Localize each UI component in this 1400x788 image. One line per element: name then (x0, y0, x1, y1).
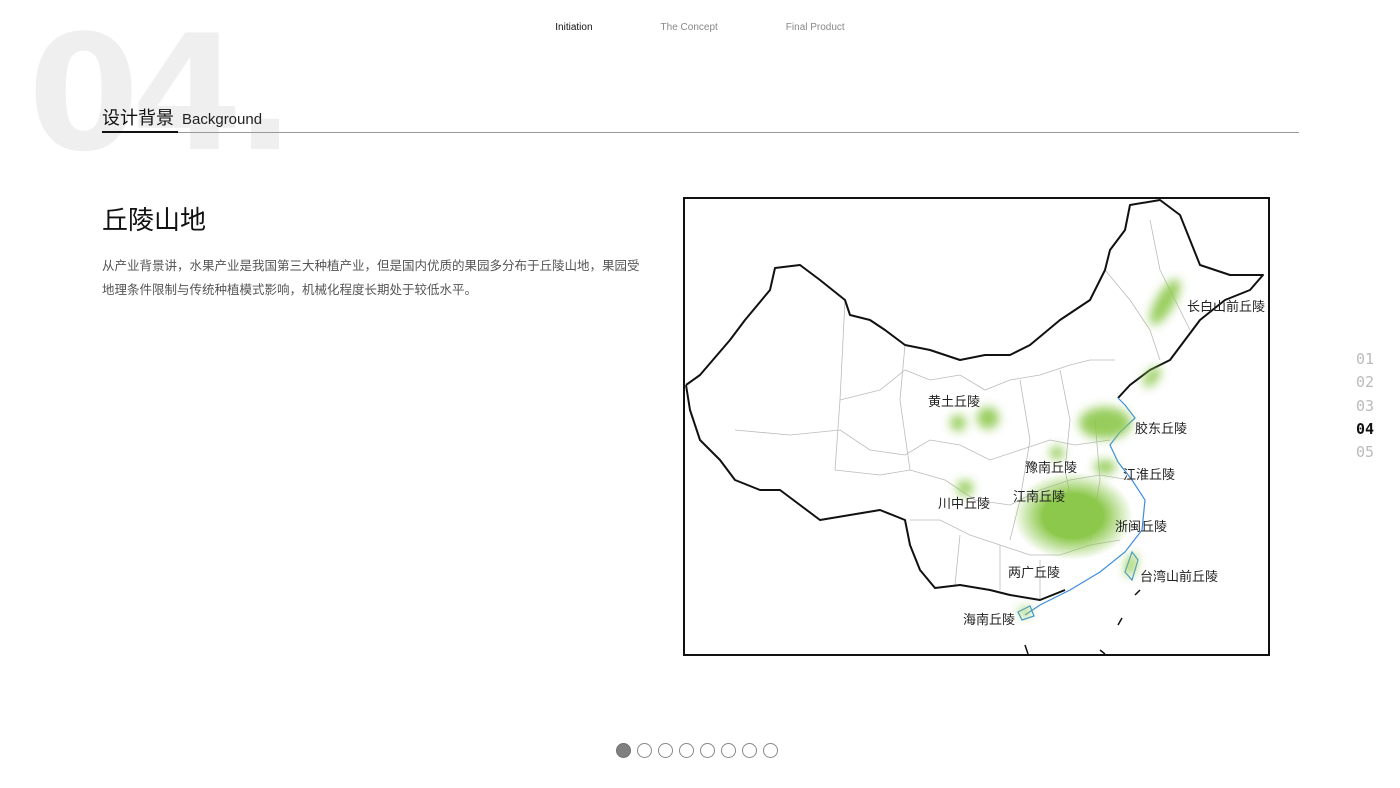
province-borders (734, 219, 1191, 600)
page-dot-4[interactable] (679, 743, 694, 758)
label-lianguang: 两广丘陵 (1008, 566, 1060, 581)
side-nav-03[interactable]: 03 (1356, 395, 1374, 418)
nav-the-concept[interactable]: The Concept (661, 22, 718, 33)
page-heading: 丘陵山地 (102, 206, 207, 236)
label-yunan: 豫南丘陵 (1025, 460, 1077, 476)
side-nav-02[interactable]: 02 (1356, 371, 1374, 394)
page-dot-5[interactable] (700, 743, 715, 758)
section-number-watermark: 04. (28, 0, 295, 187)
label-jiaodong: 胶东丘陵 (1135, 421, 1187, 437)
page-dot-2[interactable] (637, 743, 652, 758)
label-chuanzhong: 川中丘陵 (938, 497, 990, 512)
divider (102, 132, 1299, 133)
label-zhemin: 浙闽丘陵 (1115, 520, 1167, 535)
nav-final-product[interactable]: Final Product (786, 22, 845, 33)
top-nav: Initiation The Concept Final Product (0, 22, 1400, 33)
label-hainan: 海南丘陵 (963, 612, 1015, 628)
label-huangtu: 黄土丘陵 (928, 395, 980, 410)
nav-initiation[interactable]: Initiation (555, 22, 592, 33)
hill-highlights (950, 279, 1181, 617)
side-nav-05[interactable]: 05 (1356, 441, 1374, 464)
label-changbaishan: 长白山前丘陵 (1187, 299, 1265, 315)
china-hills-map: 长白山前丘陵 黄土丘陵 胶东丘陵 豫南丘陵 江淮丘陵 川中丘陵 江南丘陵 浙闽丘… (683, 197, 1270, 656)
section-title-cn: 设计背景 (102, 108, 174, 129)
side-nav-01[interactable]: 01 (1356, 348, 1374, 371)
page-dot-3[interactable] (658, 743, 673, 758)
label-jianghuai: 江淮丘陵 (1123, 468, 1175, 483)
page-dot-6[interactable] (721, 743, 736, 758)
page-dot-8[interactable] (763, 743, 778, 758)
pagination (616, 743, 778, 758)
side-nav-04[interactable]: 04 (1356, 418, 1374, 441)
jiangnan-highlight (1013, 472, 1133, 560)
section-title: 设计背景 Background (102, 104, 262, 130)
side-nav: 01 02 03 04 05 (1356, 348, 1374, 464)
page-dot-1[interactable] (616, 743, 631, 758)
divider-active (102, 131, 178, 133)
section-title-en: Background (182, 111, 263, 128)
label-jiangnan: 江南丘陵 (1013, 489, 1065, 505)
description: 从产业背景讲，水果产业是我国第三大种植产业，但是国内优质的果园多分布于丘陵山地，… (102, 258, 640, 297)
page-dot-7[interactable] (742, 743, 757, 758)
label-taiwan: 台湾山前丘陵 (1140, 569, 1218, 585)
